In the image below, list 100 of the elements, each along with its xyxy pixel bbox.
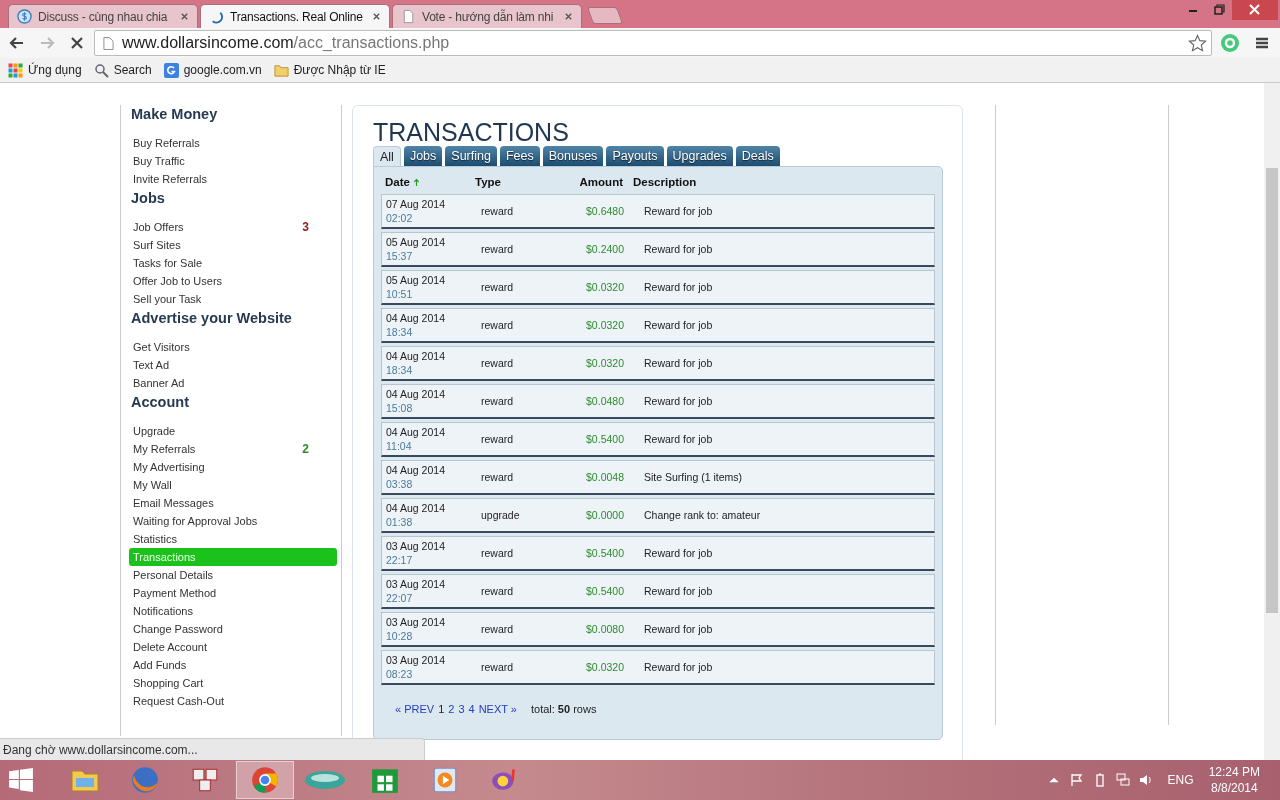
description-cell-text: Reward for job xyxy=(643,395,714,407)
close-icon[interactable] xyxy=(1232,0,1278,20)
section-heading: Jobs xyxy=(131,190,166,206)
filter-tab[interactable]: Jobs xyxy=(403,146,443,166)
bookmark[interactable]: google.com.vn xyxy=(163,62,262,78)
windows-start-icon[interactable] xyxy=(8,767,34,793)
sidebar-item[interactable]: Personal Details xyxy=(129,566,337,584)
amount-cell-text: $0.0048 xyxy=(585,471,624,483)
page-title: TRANSACTIONS xyxy=(373,118,570,146)
filter-tab[interactable]: Surfing xyxy=(445,146,497,166)
sidebar-item[interactable]: Text Ad xyxy=(129,356,337,374)
column-header[interactable]: Description xyxy=(623,176,935,188)
sidebar-item[interactable]: Shopping Cart xyxy=(129,674,337,692)
taskbar-app[interactable] xyxy=(236,761,294,799)
page-link[interactable]: 3 xyxy=(458,703,465,715)
page-icon xyxy=(401,9,416,24)
close-icon[interactable] xyxy=(372,12,381,21)
close-icon[interactable] xyxy=(180,12,189,21)
star-icon[interactable] xyxy=(1188,33,1207,53)
page-link[interactable]: 4 xyxy=(468,703,475,715)
sidebar-item[interactable]: Change Password xyxy=(129,620,337,638)
date-text: 03 Aug 2014 xyxy=(386,615,446,629)
tab-title: Discuss - cùng nhau chia xyxy=(38,9,169,24)
flag-icon[interactable] xyxy=(1069,773,1084,787)
extension-icon[interactable] xyxy=(1220,33,1240,53)
sidebar-item[interactable]: My Wall xyxy=(129,476,337,494)
column-header[interactable]: Date xyxy=(381,176,475,188)
bookmark[interactable]: Ứng dụng xyxy=(8,62,82,78)
sidebar-item[interactable]: My Advertising xyxy=(129,458,337,476)
status-bubble: Đang chờ www.dollarsincome.com... xyxy=(0,738,425,760)
time-text: 03:38 xyxy=(386,477,414,491)
date-text: 05 Aug 2014 xyxy=(386,235,446,249)
browser-tab[interactable]: Discuss - cùng nhau chia xyxy=(8,4,198,28)
sidebar-item[interactable]: Waiting for Approval Jobs xyxy=(129,512,337,530)
time-text: 22:07 xyxy=(386,591,414,605)
prev-link[interactable]: « PREV xyxy=(395,703,435,715)
search-icon xyxy=(93,62,109,78)
sidebar-item[interactable]: Email Messages xyxy=(129,494,337,512)
language-indicator[interactable]: ENG xyxy=(1167,773,1194,787)
sidebar-item[interactable]: Add Funds xyxy=(129,656,337,674)
time-text: 10:51 xyxy=(386,287,414,301)
filter-tab[interactable]: Bonuses xyxy=(542,146,604,166)
scrollbar[interactable] xyxy=(1264,83,1280,760)
amount-cell-text: $0.5400 xyxy=(585,433,624,445)
date-text: 04 Aug 2014 xyxy=(386,387,446,401)
sidebar-item[interactable]: Upgrade xyxy=(129,422,337,440)
amount-cell-text: $0.0320 xyxy=(585,281,624,293)
sidebar-item[interactable]: Payment Method xyxy=(129,584,337,602)
column-header[interactable]: Amount xyxy=(555,176,623,188)
sidebar-item[interactable]: Tasks for Sale xyxy=(129,254,337,272)
filter-tab[interactable]: All xyxy=(373,146,401,166)
sidebar-item[interactable]: Invite Referrals xyxy=(129,170,337,188)
bookmark[interactable]: Search xyxy=(93,62,152,78)
sidebar-item[interactable]: Notifications xyxy=(129,602,337,620)
sidebar-item[interactable]: Offer Job to Users xyxy=(129,272,337,290)
page-link[interactable]: 1 xyxy=(438,703,445,715)
description-cell-text: Reward for job xyxy=(643,433,714,445)
sidebar-item[interactable]: Sell your Task xyxy=(129,290,337,308)
next-link[interactable]: NEXT » xyxy=(478,703,517,715)
description-cell-text: Reward for job xyxy=(643,319,714,331)
date-text: 04 Aug 2014 xyxy=(386,425,446,439)
bookmark-label: google.com.vn xyxy=(183,63,262,77)
filter-tab[interactable]: Fees xyxy=(499,146,540,166)
filter-tab[interactable]: Deals xyxy=(735,146,780,166)
tab-title: Transactions. Real Online xyxy=(230,9,364,24)
sidebar-item[interactable]: Buy Traffic xyxy=(129,152,337,170)
amount-cell-text: $0.5400 xyxy=(585,547,624,559)
page-link[interactable]: 2 xyxy=(448,703,455,715)
sidebar-item[interactable]: Delete Account xyxy=(129,638,337,656)
type-cell-text: reward xyxy=(480,281,515,293)
filter-tab[interactable]: Upgrades xyxy=(666,146,733,166)
description-cell-text: Reward for job xyxy=(643,357,714,369)
amount-cell-text: $0.0480 xyxy=(585,395,624,407)
column-header[interactable]: Type xyxy=(475,176,555,188)
amount-cell-text: $0.0080 xyxy=(585,623,624,635)
network-icon[interactable] xyxy=(1115,773,1130,787)
bookmark[interactable]: Được Nhập từ IE xyxy=(273,62,386,78)
browser-tab[interactable]: Transactions. Real Online xyxy=(200,4,390,28)
close-icon[interactable] xyxy=(564,12,573,21)
bookmark-label: Ứng dụng xyxy=(28,63,82,77)
time-text: 18:34 xyxy=(386,363,414,377)
time-text: 11:04 xyxy=(386,439,413,453)
sidebar-item[interactable]: Buy Referrals xyxy=(129,134,337,152)
volume-icon[interactable] xyxy=(1138,773,1153,787)
description-cell-text: Reward for job xyxy=(643,623,714,635)
sidebar-item[interactable]: My Referrals 2 xyxy=(129,440,337,458)
sidebar-item[interactable]: Request Cash-Out xyxy=(129,692,337,710)
sidebar-item[interactable]: Banner Ad xyxy=(129,374,337,392)
filter-tab[interactable]: Payouts xyxy=(606,146,664,166)
address-bar[interactable]: www.dollarsincome.com/acc_transactions.php xyxy=(94,30,1212,56)
bookmark-label: Được Nhập từ IE xyxy=(293,63,386,77)
type-cell-text: reward xyxy=(480,471,515,483)
sidebar-item[interactable]: Job Offers 3 xyxy=(129,218,337,236)
clock[interactable]: 12:24 PM 8/8/2014 xyxy=(1208,764,1260,796)
amount-cell-text: $0.5400 xyxy=(585,585,624,597)
sidebar-item[interactable]: Get Visitors xyxy=(129,338,337,356)
sidebar-item[interactable]: Statistics xyxy=(129,530,337,548)
browser-tab[interactable]: Vote - hướng dẫn làm nhi xyxy=(392,4,582,28)
dollar-icon xyxy=(17,9,32,24)
sidebar-item[interactable]: Surf Sites xyxy=(129,236,337,254)
